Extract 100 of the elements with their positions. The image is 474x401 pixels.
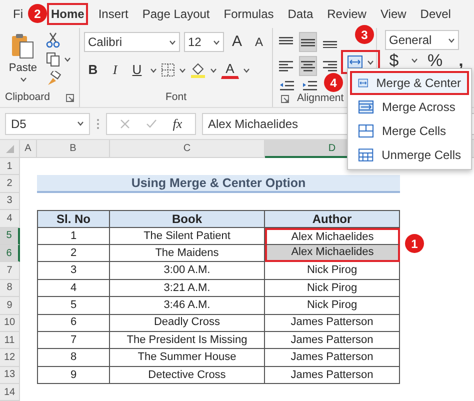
caret-icon — [179, 68, 186, 72]
ribbon-tab[interactable]: View — [376, 3, 410, 25]
ribbon-tab[interactable]: Fi — [9, 3, 27, 25]
caret-icon — [64, 57, 71, 62]
group-label: Clipboard — [5, 90, 50, 106]
align-icon — [301, 36, 315, 48]
bold-button[interactable]: B — [84, 60, 102, 80]
caret-icon — [448, 38, 455, 42]
row-header[interactable]: 10 — [0, 314, 20, 332]
caret-icon — [169, 40, 176, 44]
ribbon-tab[interactable]: Home — [47, 3, 88, 25]
column-header[interactable]: B — [37, 140, 110, 158]
align-icon — [301, 60, 315, 72]
table-cell: 9 — [37, 366, 110, 384]
table-cell: James Patterson — [265, 332, 400, 350]
dialog-launcher-icon[interactable] — [281, 95, 289, 103]
group-label: Font — [165, 90, 186, 106]
paste-icon — [10, 32, 36, 60]
currency-button[interactable]: $ — [385, 50, 403, 70]
caret-icon — [213, 40, 220, 44]
row-header[interactable]: 9 — [0, 297, 20, 315]
caret-icon — [210, 68, 217, 72]
drag-handle-icon[interactable] — [96, 118, 100, 130]
merge-cells-icon — [358, 124, 374, 138]
table-cell: 5 — [37, 297, 110, 315]
ribbon-tab[interactable]: Data — [284, 3, 318, 25]
paste-button[interactable]: Paste — [4, 32, 42, 91]
column-heading: Author — [265, 210, 400, 228]
caret-icon — [150, 68, 157, 72]
merge-center-icon — [358, 76, 368, 90]
brush-icon[interactable] — [46, 71, 61, 86]
horizontal-align-button[interactable] — [299, 56, 317, 76]
row-header[interactable]: 4 — [0, 210, 20, 228]
table-cell: 3 — [37, 262, 110, 280]
caret-icon — [243, 68, 250, 72]
ribbon-tab[interactable]: Devel — [416, 3, 455, 25]
row-header[interactable]: 2 — [0, 175, 20, 193]
row-header[interactable]: 6 — [0, 244, 20, 262]
table-cell: Nick Pirog — [265, 297, 400, 315]
table-cell: 3:00 A.M. — [110, 262, 265, 280]
insert-function-button[interactable]: fx — [172, 114, 182, 134]
row-header[interactable]: 12 — [0, 349, 20, 367]
grow-font-button[interactable]: A — [228, 32, 246, 52]
font-size-dropdown[interactable]: 12 — [184, 32, 224, 52]
caret-icon — [20, 76, 26, 82]
underline-button[interactable]: U — [128, 60, 146, 80]
border-icon[interactable] — [161, 63, 175, 77]
table-cell: 8 — [37, 349, 110, 367]
column-heading: Sl. No — [37, 210, 110, 228]
scissors-icon[interactable] — [46, 32, 60, 48]
name-box[interactable]: D5 — [5, 112, 90, 134]
fill-color-icon[interactable] — [190, 62, 206, 78]
percent-button[interactable]: % — [426, 50, 444, 70]
ribbon-tab[interactable]: Formulas — [220, 3, 278, 25]
table-cell: James Patterson — [265, 349, 400, 367]
table-cell: Deadly Cross — [110, 314, 265, 332]
table-cell: The President Is Missing — [110, 332, 265, 350]
menu-item[interactable]: Merge & Center — [350, 71, 469, 95]
decrease-indent-icon[interactable] — [279, 80, 295, 92]
vertical-align-button[interactable] — [299, 32, 317, 52]
ribbon-tab[interactable]: Insert — [94, 3, 132, 25]
table-cell: Nick Pirog — [265, 280, 400, 298]
copy-icon[interactable] — [46, 52, 60, 67]
column-heading: Book — [110, 210, 265, 228]
increase-indent-icon[interactable] — [302, 80, 318, 92]
table-cell: 3:21 A.M. — [110, 280, 265, 298]
row-header[interactable]: 14 — [0, 384, 20, 401]
number-format-dropdown[interactable]: General — [385, 30, 459, 50]
step-badge: 1 — [405, 234, 424, 253]
ribbon-tab[interactable]: Page Layout — [138, 3, 214, 25]
table-cell: 2 — [37, 244, 110, 262]
column-header[interactable]: A — [20, 140, 37, 158]
shrink-font-button[interactable]: A — [250, 32, 268, 52]
ribbon-tab[interactable]: Review — [323, 3, 370, 25]
row-header[interactable]: 1 — [0, 158, 20, 176]
table-cell: 6 — [37, 314, 110, 332]
row-header[interactable]: 7 — [0, 262, 20, 280]
column-header[interactable]: C — [110, 140, 265, 158]
sheet-title: Using Merge & Center Option — [37, 175, 400, 193]
table-cell: James Patterson — [265, 314, 400, 332]
dialog-launcher-icon[interactable] — [66, 94, 74, 102]
merge-across-icon — [358, 100, 374, 114]
merge-center-button[interactable] — [343, 52, 378, 72]
table-cell: Detective Cross — [110, 366, 265, 384]
row-header[interactable]: 5 — [0, 228, 20, 245]
row-header[interactable]: 11 — [0, 332, 20, 350]
font-name-dropdown[interactable]: Calibri — [84, 32, 180, 52]
table-cell: The Summer House — [110, 349, 265, 367]
table-cell: Alex Michaelides — [265, 244, 400, 262]
table-cell: Nick Pirog — [265, 262, 400, 280]
table-cell: 1 — [37, 228, 110, 245]
row-header[interactable]: 8 — [0, 280, 20, 298]
row-header[interactable]: 3 — [0, 192, 20, 210]
group-label: Alignment — [297, 91, 344, 106]
caret-icon — [411, 58, 418, 63]
font-color-button[interactable]: A — [221, 61, 239, 79]
align-icon — [279, 60, 293, 72]
row-header[interactable]: 13 — [0, 366, 20, 384]
italic-button[interactable]: I — [106, 60, 124, 80]
table-cell: The Silent Patient — [110, 228, 265, 245]
